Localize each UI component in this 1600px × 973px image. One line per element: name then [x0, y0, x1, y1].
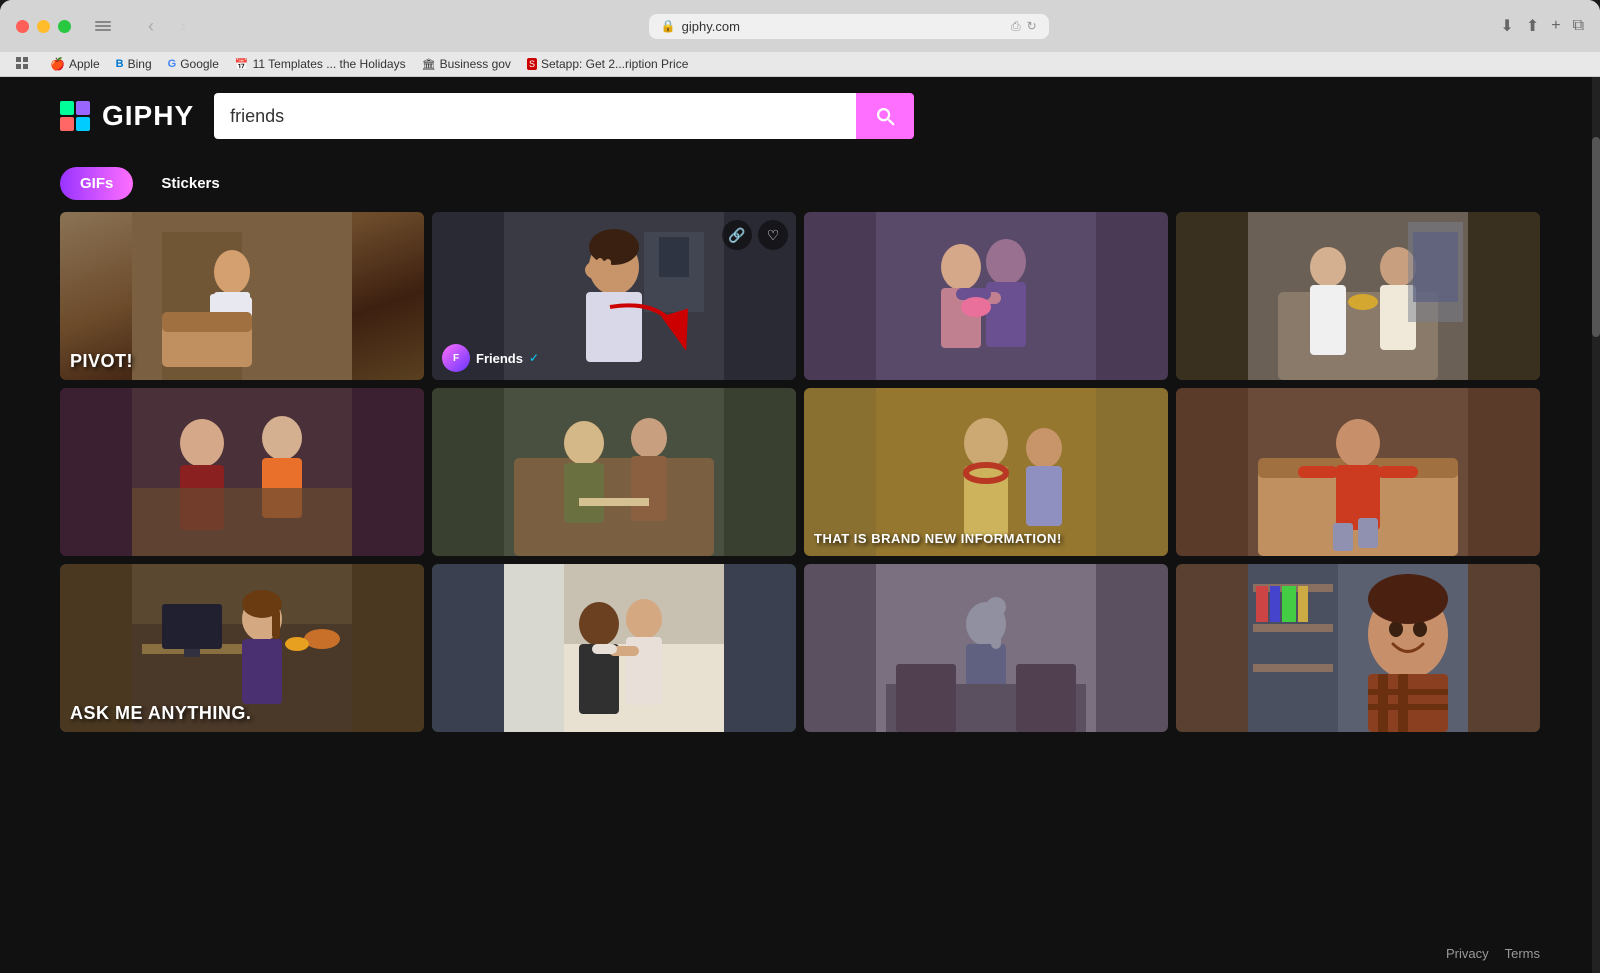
tab-stickers[interactable]: Stickers: [141, 167, 239, 200]
verified-badge: ✓: [529, 351, 539, 365]
bing-favicon: B: [116, 58, 124, 70]
bookmarks-bar: 🍎 Apple B Bing G Google 📅 11 Templates .…: [0, 52, 1600, 77]
toolbar-icons: ⬇ ⬆ + ⧉: [1500, 16, 1584, 36]
bookmark-google[interactable]: G Google: [168, 57, 219, 71]
gif-item-9[interactable]: ASK ME ANYTHING.: [60, 564, 424, 732]
bookmark-business[interactable]: 🏛 Business gov: [422, 57, 511, 71]
share-toolbar-icon[interactable]: ⬆: [1526, 16, 1539, 36]
back-button[interactable]: ‹: [137, 12, 165, 40]
gif-scene-6: [432, 388, 796, 556]
apple-favicon: 🍎: [50, 57, 65, 71]
url-bar[interactable]: 🔒 giphy.com ⎙ ↻: [649, 14, 1049, 39]
filter-tabs: GIFs Stickers: [0, 155, 1600, 212]
channel-name: Friends: [476, 351, 523, 366]
business-favicon: 🏛: [422, 58, 436, 71]
browser-content: GIPHY GIFs Stickers: [0, 77, 1600, 973]
logo-text: GIPHY: [102, 100, 194, 132]
refresh-icon[interactable]: ↻: [1027, 19, 1037, 33]
bookmark-business-label: Business gov: [440, 57, 511, 71]
gif-item-4[interactable]: [1176, 212, 1540, 380]
heart-icon[interactable]: ♡: [758, 220, 788, 250]
privacy-link[interactable]: Privacy: [1446, 946, 1489, 961]
search-input[interactable]: [214, 93, 856, 139]
gif-7-label: THAT IS BRAND NEW INFORMATION!: [814, 531, 1062, 548]
gif-item-3[interactable]: [804, 212, 1168, 380]
gif-scene-12: [1176, 564, 1540, 732]
gif-item-6[interactable]: [432, 388, 796, 556]
bookmark-bing-label: Bing: [128, 57, 152, 71]
channel-avatar: F: [442, 344, 470, 372]
scrollbar-thumb[interactable]: [1592, 137, 1600, 337]
grid-icon[interactable]: [16, 57, 30, 71]
setapp-favicon: S: [527, 58, 537, 70]
bookmark-bing[interactable]: B Bing: [116, 57, 152, 71]
gif-item-8[interactable]: [1176, 388, 1540, 556]
gif-item-2[interactable]: 🔗 ♡ F Friends ✓: [432, 212, 796, 380]
terms-link[interactable]: Terms: [1505, 946, 1540, 961]
gif-9-label: ASK ME ANYTHING.: [70, 703, 251, 724]
tab-gifs[interactable]: GIFs: [60, 167, 133, 200]
google-favicon: G: [168, 58, 177, 70]
scrollbar-track: [1592, 77, 1600, 973]
gif-scene-4: [1176, 212, 1540, 380]
gif-item-5[interactable]: [60, 388, 424, 556]
bookmark-templates[interactable]: 📅 11 Templates ... the Holidays: [235, 57, 406, 71]
gif-item-12[interactable]: [1176, 564, 1540, 732]
gif-scene-3: [804, 212, 1168, 380]
bookmark-google-label: Google: [180, 57, 219, 71]
gif-action-icons-2: 🔗 ♡: [722, 220, 788, 250]
download-icon[interactable]: ⬇: [1500, 16, 1513, 36]
gif-scene-11: [804, 564, 1168, 732]
search-bar: [214, 93, 914, 139]
gif-item-7[interactable]: THAT IS BRAND NEW INFORMATION!: [804, 388, 1168, 556]
url-bar-container: 🔒 giphy.com ⎙ ↻: [221, 14, 1476, 39]
bookmark-apple[interactable]: 🍎 Apple: [50, 57, 100, 71]
tab-grid-icon[interactable]: ⧉: [1573, 17, 1584, 35]
templates-favicon: 📅: [235, 58, 249, 71]
giphy-logo[interactable]: GIPHY: [60, 100, 194, 132]
gif-scene-8: [1176, 388, 1540, 556]
minimize-button[interactable]: [37, 20, 50, 33]
gif-1-label: PIVOT!: [70, 351, 133, 372]
traffic-lights: [16, 20, 71, 33]
sidebar-toggle-icon[interactable]: [95, 20, 111, 32]
close-button[interactable]: [16, 20, 29, 33]
footer-links: Privacy Terms: [1446, 946, 1540, 961]
gif-item-1[interactable]: PIVOT!: [60, 212, 424, 380]
new-tab-icon[interactable]: +: [1551, 17, 1560, 35]
search-button[interactable]: [856, 93, 914, 139]
search-icon: [874, 105, 896, 127]
share-icon: ⎙: [1011, 19, 1021, 34]
bookmark-setapp[interactable]: S Setapp: Get 2...ription Price: [527, 57, 688, 71]
bookmark-setapp-label: Setapp: Get 2...ription Price: [541, 57, 688, 71]
copy-link-icon[interactable]: 🔗: [722, 220, 752, 250]
url-text: giphy.com: [682, 19, 740, 34]
title-bar: ‹ › 🔒 giphy.com ⎙ ↻ ⬇ ⬆ + ⧉: [0, 0, 1600, 52]
gif-item-10[interactable]: [432, 564, 796, 732]
maximize-button[interactable]: [58, 20, 71, 33]
nav-buttons: ‹ ›: [137, 12, 197, 40]
giphy-header: GIPHY: [0, 77, 1600, 155]
gif-2-channel: F Friends ✓: [442, 344, 539, 372]
gif-item-11[interactable]: [804, 564, 1168, 732]
gif-scene-5: [60, 388, 424, 556]
forward-button[interactable]: ›: [169, 12, 197, 40]
bookmark-apple-label: Apple: [69, 57, 100, 71]
gif-grid: PIVOT!: [0, 212, 1600, 732]
bookmark-templates-label: 11 Templates ... the Holidays: [253, 57, 406, 71]
gif-scene-10: [432, 564, 796, 732]
lock-icon: 🔒: [661, 19, 676, 33]
